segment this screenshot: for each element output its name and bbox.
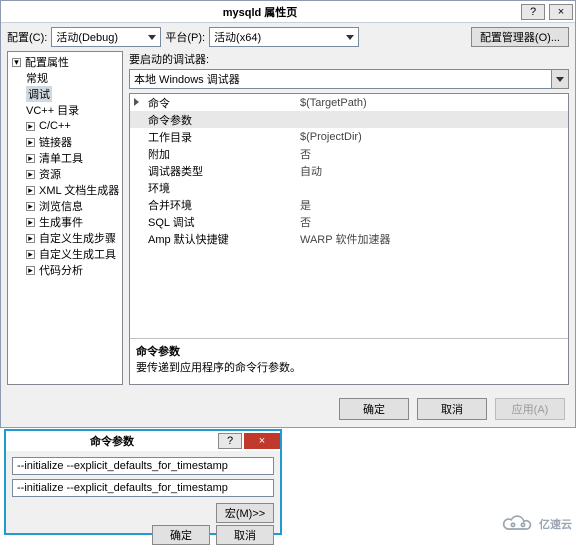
button-row: 确定 取消 应用(A) — [1, 391, 575, 427]
expand-icon[interactable]: ▸ — [26, 122, 35, 131]
expand-icon[interactable]: ▸ — [26, 202, 35, 211]
debugger-select[interactable]: 本地 Windows 调试器 — [129, 69, 552, 89]
ok-button[interactable]: 确定 — [339, 398, 409, 420]
prop-row[interactable]: 合并环境是 — [130, 196, 568, 213]
expand-icon[interactable]: ▸ — [26, 218, 35, 227]
config-select[interactable]: 活动(Debug) — [51, 27, 161, 47]
tree-item[interactable]: ▸代码分析 — [8, 262, 122, 278]
property-dialog: mysqld 属性页 ? × 配置(C): 活动(Debug) 平台(P): 活… — [0, 0, 576, 428]
expand-icon[interactable]: ▸ — [26, 154, 35, 163]
tree-item[interactable]: ▸自定义生成步骤 — [8, 230, 122, 246]
prop-row[interactable]: SQL 调试否 — [130, 213, 568, 230]
prop-row[interactable]: 环境 — [130, 179, 568, 196]
config-row: 配置(C): 活动(Debug) 平台(P): 活动(x64) 配置管理器(O)… — [1, 23, 575, 51]
close-button[interactable]: × — [549, 4, 573, 20]
cancel-button[interactable]: 取消 — [417, 398, 487, 420]
tree-item[interactable]: ▸自定义生成工具 — [8, 246, 122, 262]
tree-item[interactable]: ▸链接器 — [8, 134, 122, 150]
dialog-title: mysqld 属性页 — [1, 4, 519, 20]
caret-icon — [134, 98, 139, 106]
prop-row[interactable]: 命令$(TargetPath) — [130, 94, 568, 111]
cmdargs-title: 命令参数 — [6, 433, 218, 449]
config-manager-button[interactable]: 配置管理器(O)... — [471, 27, 569, 47]
tree-item[interactable]: ▸清单工具 — [8, 150, 122, 166]
prop-row[interactable]: 工作目录$(ProjectDir) — [130, 128, 568, 145]
cloud-icon — [501, 514, 535, 534]
platform-select[interactable]: 活动(x64) — [209, 27, 359, 47]
tree-item[interactable]: ▸生成事件 — [8, 214, 122, 230]
ok-button[interactable]: 确定 — [152, 525, 210, 545]
watermark: 亿速云 — [501, 514, 572, 534]
cancel-button[interactable]: 取消 — [216, 525, 274, 545]
prop-row[interactable]: Amp 默认快捷键WARP 软件加速器 — [130, 230, 568, 247]
collapse-icon[interactable]: ▾ — [12, 58, 21, 67]
prop-row-selected[interactable]: 命令参数 — [130, 111, 568, 128]
tree-item-debug[interactable]: 调试 — [8, 86, 122, 102]
cmdargs-input[interactable] — [12, 457, 274, 475]
expand-icon[interactable]: ▸ — [26, 250, 35, 259]
debugger-dropdown-button[interactable] — [551, 69, 569, 89]
chevron-down-icon — [148, 35, 156, 40]
property-grid: 命令$(TargetPath) 命令参数 工作目录$(ProjectDir) 附… — [129, 93, 569, 385]
expand-icon[interactable]: ▸ — [26, 170, 35, 179]
expand-icon[interactable]: ▸ — [26, 138, 35, 147]
tree-item[interactable]: 常规 — [8, 70, 122, 86]
tree-item[interactable]: ▸XML 文档生成器 — [8, 182, 122, 198]
prop-description: 命令参数 要传递到应用程序的命令行参数。 — [130, 338, 568, 384]
platform-label: 平台(P): — [165, 29, 205, 45]
tree-item[interactable]: ▸资源 — [8, 166, 122, 182]
tree-root[interactable]: ▾ 配置属性 — [8, 54, 122, 70]
titlebar: mysqld 属性页 ? × — [1, 1, 575, 23]
nav-tree[interactable]: ▾ 配置属性 常规 调试 VC++ 目录 ▸C/C++ ▸链接器 ▸清单工具 ▸… — [7, 51, 123, 385]
config-label: 配置(C): — [7, 29, 47, 45]
expand-icon[interactable]: ▸ — [26, 234, 35, 243]
cmdargs-dialog: 命令参数 ? × 宏(M)>> 确定 取消 — [4, 429, 282, 535]
cmdargs-titlebar: 命令参数 ? × — [6, 431, 280, 451]
tree-item[interactable]: ▸C/C++ — [8, 118, 122, 134]
cmdargs-evaluated[interactable] — [12, 479, 274, 497]
help-button[interactable]: ? — [218, 433, 242, 449]
tree-item[interactable]: ▸浏览信息 — [8, 198, 122, 214]
launch-label: 要启动的调试器: — [129, 51, 569, 65]
tree-item[interactable]: VC++ 目录 — [8, 102, 122, 118]
expand-icon[interactable]: ▸ — [26, 266, 35, 275]
chevron-down-icon — [346, 35, 354, 40]
prop-row[interactable]: 调试器类型自动 — [130, 162, 568, 179]
chevron-down-icon — [556, 77, 564, 82]
apply-button[interactable]: 应用(A) — [495, 398, 565, 420]
expand-icon[interactable]: ▸ — [26, 186, 35, 195]
prop-row[interactable]: 附加否 — [130, 145, 568, 162]
right-panel: 要启动的调试器: 本地 Windows 调试器 命令$(TargetPath) … — [129, 51, 569, 385]
close-button[interactable]: × — [244, 433, 280, 449]
macro-button[interactable]: 宏(M)>> — [216, 503, 274, 523]
help-button[interactable]: ? — [521, 4, 545, 20]
